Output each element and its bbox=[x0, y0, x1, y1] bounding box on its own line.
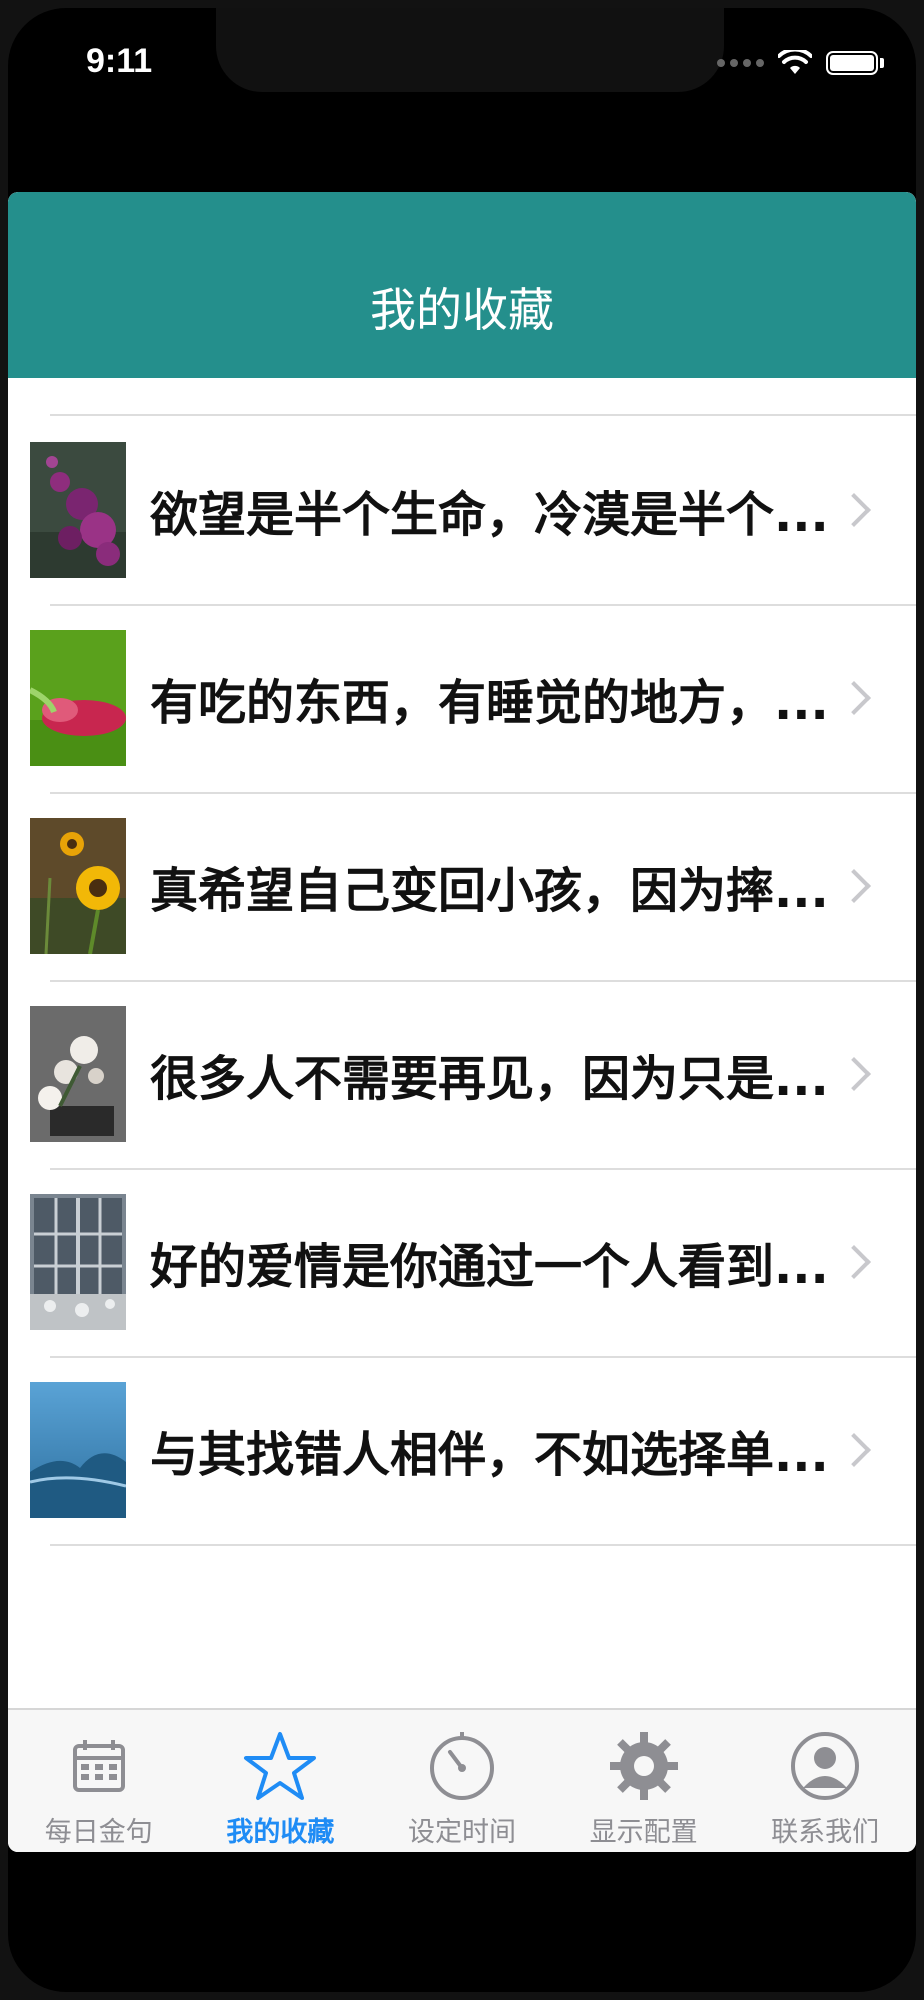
status-time: 9:11 bbox=[86, 42, 153, 80]
navigation-bar: 我的收藏 bbox=[8, 192, 916, 378]
thumbnail-sunflowers bbox=[30, 818, 126, 954]
tab-contact-us[interactable]: 联系我们 bbox=[734, 1710, 916, 1852]
chevron-right-icon bbox=[837, 869, 871, 903]
chevron-right-icon bbox=[837, 681, 871, 715]
favorite-item[interactable]: 好的爱情是你通过一个人看到... bbox=[8, 1168, 916, 1358]
chevron-right-icon bbox=[837, 1245, 871, 1279]
calendar-icon bbox=[72, 1740, 125, 1792]
favorites-list: 欲望是半个生命，冷漠是半个... 有吃的东西，有睡觉的地方，... 真希望自己变… bbox=[8, 378, 916, 1546]
battery-icon bbox=[826, 51, 878, 75]
tab-daily-quotes[interactable]: 每日金句 bbox=[8, 1710, 190, 1852]
contact-icon bbox=[791, 1732, 860, 1800]
chevron-right-icon bbox=[837, 1057, 871, 1091]
cellular-signal-icon bbox=[717, 59, 764, 67]
star-icon bbox=[244, 1732, 317, 1800]
favorite-item[interactable]: 欲望是半个生命，冷漠是半个... bbox=[8, 416, 916, 606]
favorite-quote: 真希望自己变回小孩，因为摔... bbox=[150, 863, 829, 919]
favorite-item[interactable]: 很多人不需要再见，因为只是... bbox=[8, 980, 916, 1170]
favorite-item[interactable]: 真希望自己变回小孩，因为摔... bbox=[8, 792, 916, 982]
tab-label: 联系我们 bbox=[771, 1817, 880, 1848]
favorite-item[interactable]: 有吃的东西，有睡觉的地方，... bbox=[8, 604, 916, 794]
app-screen: 我的收藏 欲望是半个生命，冷漠是半个... 有吃的东西，有睡觉的地方，... 真… bbox=[8, 192, 916, 1852]
favorite-quote: 欲望是半个生命，冷漠是半个... bbox=[150, 487, 829, 543]
favorite-quote: 很多人不需要再见，因为只是... bbox=[150, 1051, 829, 1107]
thumbnail-pink-bud bbox=[30, 630, 126, 766]
favorite-quote: 好的爱情是你通过一个人看到... bbox=[150, 1239, 829, 1295]
tab-label: 我的收藏 bbox=[226, 1817, 335, 1848]
wifi-icon bbox=[778, 50, 812, 74]
gear-icon bbox=[609, 1732, 678, 1800]
notch bbox=[216, 8, 724, 92]
tab-display-config[interactable]: 显示配置 bbox=[553, 1710, 735, 1852]
tab-label: 每日金句 bbox=[44, 1817, 153, 1848]
tab-my-favorites[interactable]: 我的收藏 bbox=[190, 1710, 372, 1852]
page-title: 我的收藏 bbox=[370, 283, 554, 337]
favorite-quote: 与其找错人相伴，不如选择单... bbox=[150, 1427, 829, 1483]
chevron-right-icon bbox=[837, 493, 871, 527]
thumbnail-window-winter bbox=[30, 1194, 126, 1330]
tab-label: 显示配置 bbox=[589, 1817, 698, 1848]
tab-set-time[interactable]: 设定时间 bbox=[371, 1710, 553, 1852]
tab-bar: 每日金句 我的收藏 设定时间 显示配置 联系我们 bbox=[8, 1708, 916, 1852]
thumbnail-white-flowers bbox=[30, 1006, 126, 1142]
status-icons bbox=[717, 50, 884, 76]
row-divider bbox=[50, 1544, 916, 1546]
tab-label: 设定时间 bbox=[407, 1817, 516, 1848]
battery-cap bbox=[880, 58, 884, 68]
thumbnail-purple-flowers bbox=[30, 442, 126, 578]
favorite-quote: 有吃的东西，有睡觉的地方，... bbox=[150, 675, 829, 731]
timer-icon bbox=[429, 1732, 494, 1800]
favorite-item[interactable]: 与其找错人相伴，不如选择单... bbox=[8, 1356, 916, 1546]
chevron-right-icon bbox=[837, 1433, 871, 1467]
thumbnail-blue-sky bbox=[30, 1382, 126, 1518]
